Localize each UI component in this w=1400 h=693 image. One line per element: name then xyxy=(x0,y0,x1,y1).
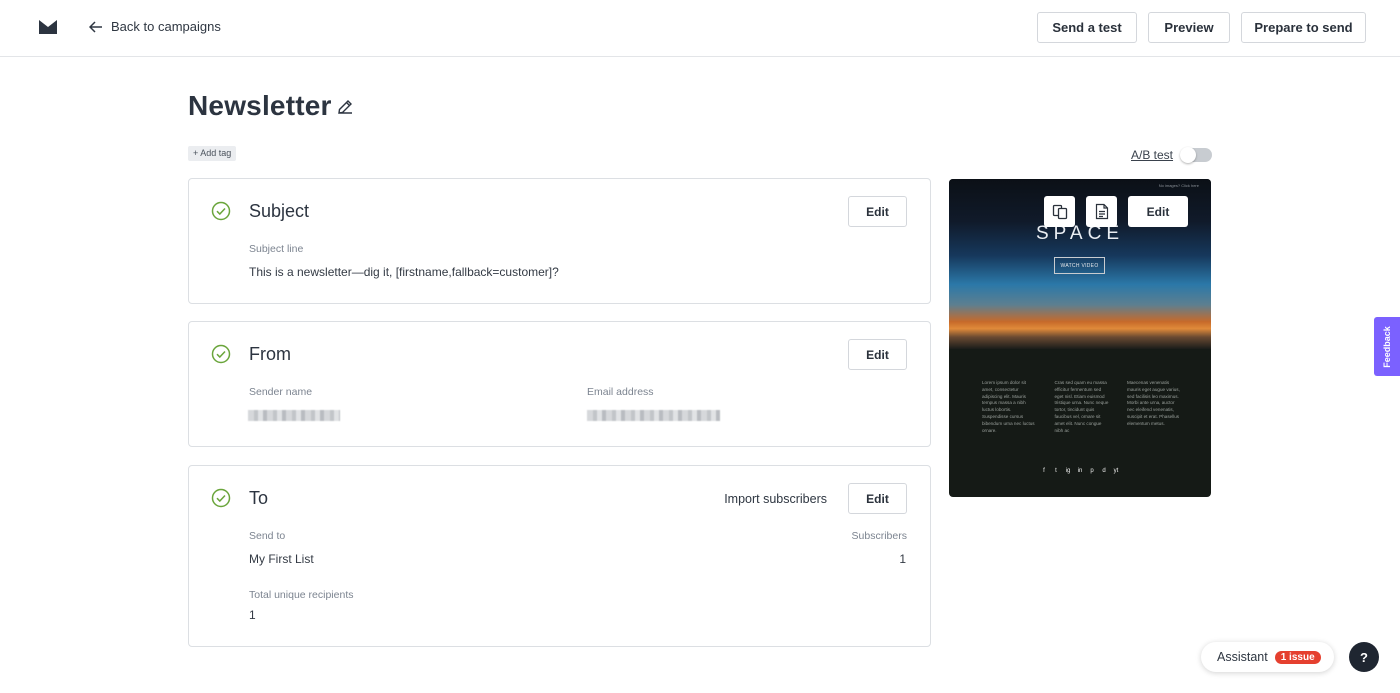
back-label: Back to campaigns xyxy=(111,19,221,34)
sender-name-label: Sender name xyxy=(249,386,313,398)
subject-edit-button[interactable]: Edit xyxy=(848,196,907,227)
assistant-label: Assistant xyxy=(1217,650,1268,664)
add-tag-button[interactable]: + Add tag xyxy=(188,146,237,161)
from-edit-button[interactable]: Edit xyxy=(848,339,907,370)
arrow-left-icon xyxy=(89,20,102,33)
top-bar: Back to campaigns Send a test Preview Pr… xyxy=(0,0,1400,57)
preview-top-text: No images? Click here xyxy=(1158,183,1199,188)
feedback-tab[interactable]: Feedback xyxy=(1374,317,1400,376)
facebook-icon: f xyxy=(1043,468,1045,474)
back-to-campaigns-link[interactable]: Back to campaigns xyxy=(89,19,221,34)
from-card: From Edit Sender name Email address xyxy=(188,321,931,447)
subject-title: Subject xyxy=(249,201,310,221)
send-to-value: My First List xyxy=(249,552,314,566)
plain-text-button[interactable] xyxy=(1086,196,1117,227)
preview-column: Lorem ipsum dolor sit amet, consectetur … xyxy=(982,380,1035,433)
check-circle-icon xyxy=(211,344,231,364)
campaign-title: Newsletter xyxy=(188,90,332,121)
check-circle-icon xyxy=(211,201,231,221)
to-edit-button[interactable]: Edit xyxy=(848,483,907,514)
toggle-knob xyxy=(1180,147,1196,163)
subscribers-value: 1 xyxy=(899,552,906,566)
import-subscribers-link[interactable]: Import subscribers xyxy=(724,492,827,506)
youtube-icon: yt xyxy=(1113,468,1119,474)
to-card: To Import subscribers Edit Send to My Fi… xyxy=(188,465,931,647)
issue-badge: 1 issue xyxy=(1274,650,1321,664)
instagram-icon: ig xyxy=(1065,468,1071,474)
assistant-button[interactable]: Assistant 1 issue xyxy=(1201,642,1334,672)
feedback-label: Feedback xyxy=(1382,325,1392,368)
twitter-icon: t xyxy=(1055,468,1057,474)
help-button[interactable]: ? xyxy=(1349,642,1379,672)
dribbble-icon: d xyxy=(1102,468,1106,474)
preview-column: Cras sed quam eu massa efficitur ferment… xyxy=(1054,380,1109,433)
preview-edit-button[interactable]: Edit xyxy=(1128,196,1188,227)
preview-cta: WATCH VIDEO xyxy=(1054,257,1105,274)
ab-test-label[interactable]: A/B test xyxy=(1131,148,1173,162)
email-address-redacted xyxy=(587,410,720,421)
subject-card: Subject Edit Subject line This is a news… xyxy=(188,178,931,304)
preview-social-icons: f t ig in p d yt xyxy=(949,468,1211,474)
check-circle-icon xyxy=(211,488,231,508)
to-title: To xyxy=(249,488,269,508)
duplicate-icon xyxy=(1052,204,1067,219)
document-icon xyxy=(1095,203,1108,220)
duplicate-button[interactable] xyxy=(1044,196,1075,227)
email-preview[interactable]: No images? Click here SPACE WATCH VIDEO … xyxy=(949,179,1211,497)
send-test-button[interactable]: Send a test xyxy=(1037,12,1137,43)
from-title: From xyxy=(249,344,291,364)
preview-button[interactable]: Preview xyxy=(1148,12,1230,43)
total-recipients-value: 1 xyxy=(249,608,256,622)
send-to-label: Send to xyxy=(249,530,286,542)
pinterest-icon: p xyxy=(1090,468,1094,474)
prepare-to-send-button[interactable]: Prepare to send xyxy=(1241,12,1366,43)
email-address-label: Email address xyxy=(587,386,654,398)
ab-test-toggle[interactable] xyxy=(1180,147,1212,163)
subject-line-label: Subject line xyxy=(249,243,304,255)
pencil-icon[interactable] xyxy=(336,98,354,116)
mailerlite-logo-icon[interactable] xyxy=(39,20,57,34)
subject-line-value: This is a newsletter—dig it, [firstname,… xyxy=(249,265,559,279)
preview-columns: Lorem ipsum dolor sit amet, consectetur … xyxy=(982,380,1182,434)
total-recipients-label: Total unique recipients xyxy=(249,589,354,601)
linkedin-icon: in xyxy=(1077,468,1083,474)
sender-name-redacted xyxy=(248,410,340,421)
preview-column: Maecenas venenatis mauris eget augue var… xyxy=(1127,380,1180,426)
subscribers-label: Subscribers xyxy=(851,530,907,542)
